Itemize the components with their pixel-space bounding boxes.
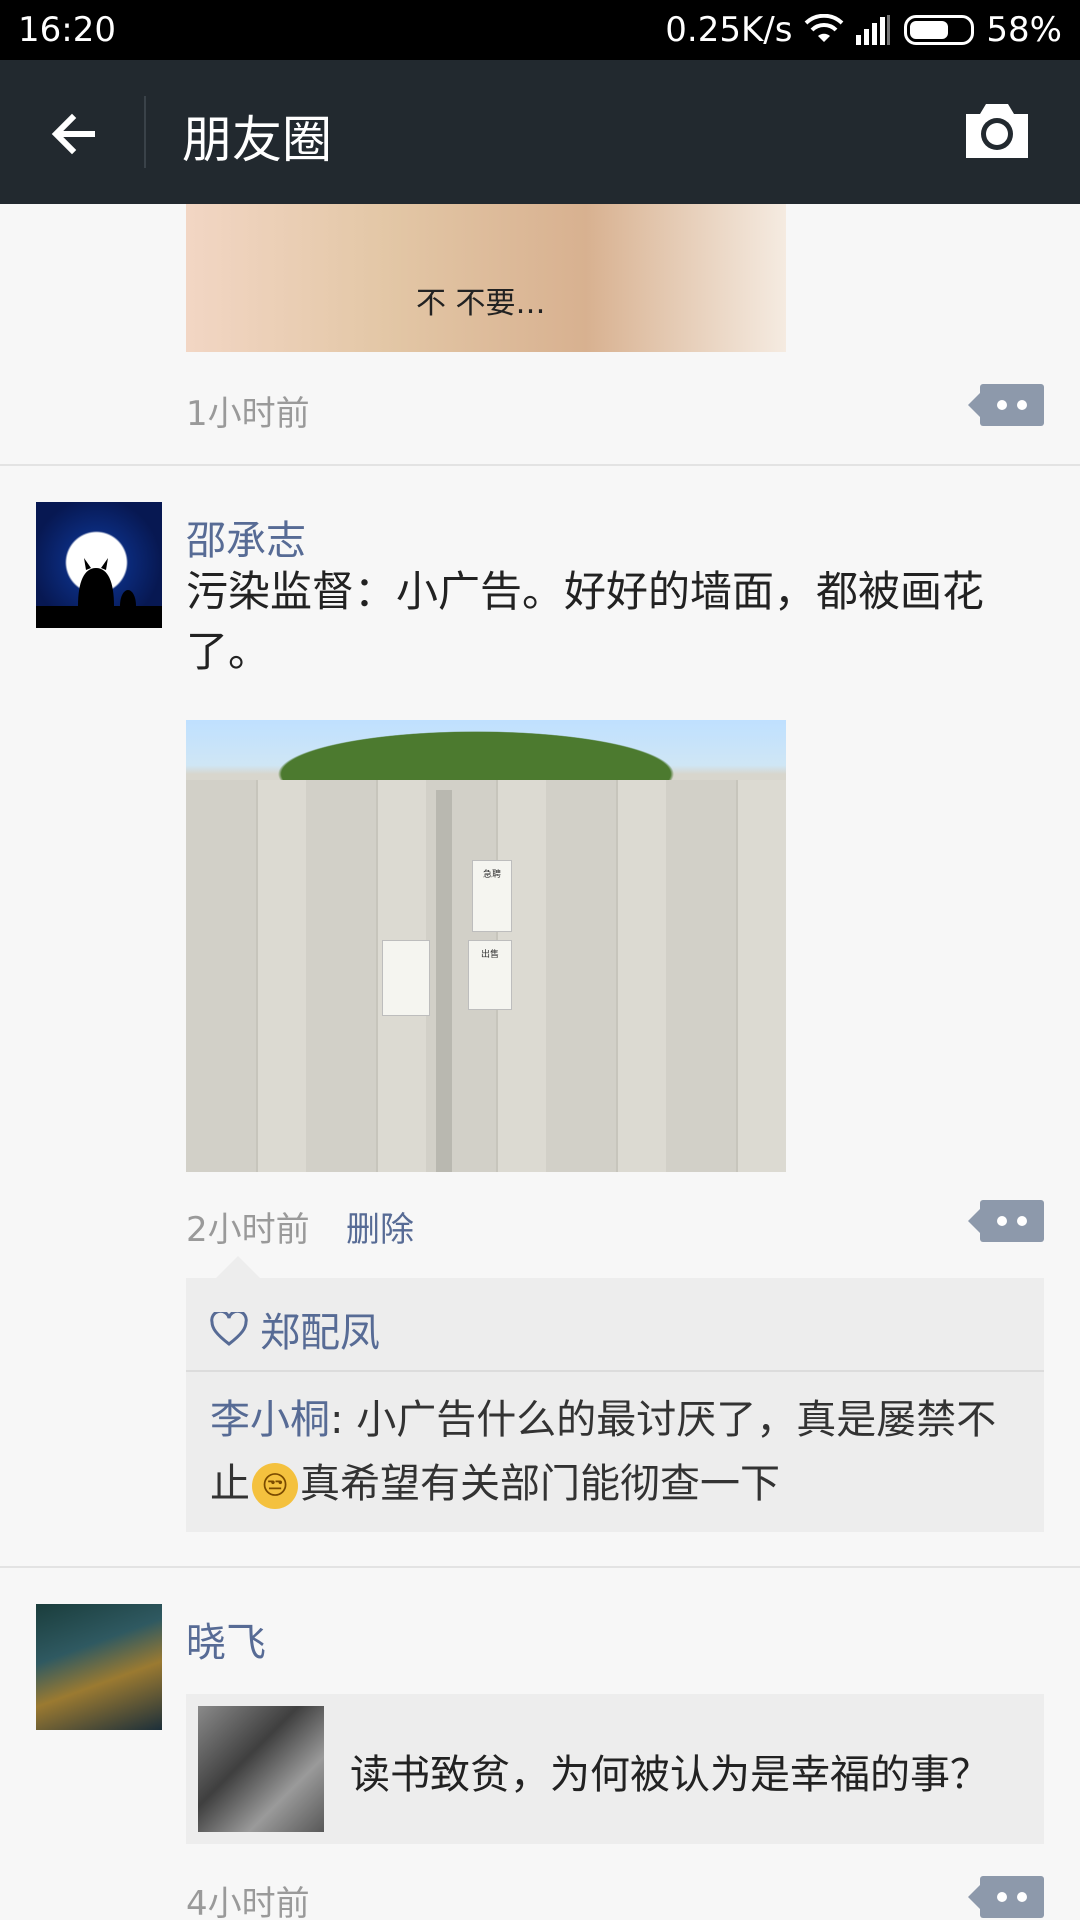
title-bar: 朋友圈	[0, 60, 1080, 204]
photo-caption: 不 不要…	[416, 286, 546, 321]
delete-link[interactable]: 删除	[346, 1202, 414, 1251]
avatar[interactable]	[36, 1604, 162, 1730]
post-time: 4小时前	[186, 1884, 310, 1920]
comment-dots-icon[interactable]	[968, 1200, 1044, 1242]
post-time: 1小时前	[186, 394, 310, 434]
avatar[interactable]	[36, 502, 162, 628]
likes-row: 郑配凤	[210, 1300, 380, 1358]
battery-percent: 58%	[986, 10, 1062, 50]
totoro-silhouette	[36, 558, 162, 628]
likes-comments-box: 郑配凤 李小桐: 小广告什么的最讨厌了，真是屡禁不止 😒 真希望有关部门能彻查一下	[186, 1256, 1044, 1532]
post-photo[interactable]: 急聘 出售	[186, 720, 786, 1172]
camera-icon[interactable]	[962, 100, 1032, 162]
arrow-left-icon[interactable]	[44, 104, 104, 164]
post-author[interactable]: 邵承志	[186, 508, 306, 566]
shared-link-card[interactable]: 读书致贫，为何被认为是幸福的事？	[186, 1694, 1044, 1844]
comment-author[interactable]: 李小桐	[210, 1397, 330, 1443]
notice-paper: 急聘	[472, 860, 512, 932]
signal-icon	[856, 15, 891, 45]
box-divider	[186, 1370, 1044, 1372]
moments-feed: 不 不要… 1小时前 邵承志 污染监督：小广告。好好的墙面，都被画花了。 急聘 …	[0, 204, 1080, 1920]
comment-dots-icon[interactable]	[968, 384, 1044, 426]
heart-outline-icon	[210, 1312, 248, 1346]
shared-thumbnail	[198, 1706, 324, 1832]
post-text: 污染监督：小广告。好好的墙面，都被画花了。	[186, 567, 985, 676]
shared-title: 读书致贫，为何被认为是幸福的事？	[350, 1752, 990, 1798]
notice-paper: 出售	[468, 940, 512, 1010]
page-title: 朋友圈	[182, 111, 332, 169]
status-bar: 16:20 0.25K/s 58%	[0, 0, 1080, 60]
notice-paper	[382, 940, 430, 1016]
network-speed: 0.25K/s	[665, 10, 793, 50]
post-divider	[0, 464, 1080, 466]
comment-dots-icon[interactable]	[968, 1876, 1044, 1918]
comment-item[interactable]: 李小桐: 小广告什么的最讨厌了，真是屡禁不止 😒 真希望有关部门能彻查一下	[210, 1388, 1030, 1516]
post-time: 2小时前	[186, 1210, 310, 1250]
wifi-icon	[805, 14, 844, 42]
title-separator	[144, 96, 146, 168]
unamused-face-icon: 😒	[252, 1463, 298, 1509]
post-author[interactable]: 晓飞	[186, 1610, 266, 1668]
comment-text-end: 真希望有关部门能彻查一下	[300, 1461, 780, 1507]
status-time: 16:20	[18, 10, 116, 50]
post-divider	[0, 1566, 1080, 1568]
post-photo[interactable]: 不 不要…	[186, 204, 786, 352]
battery-icon	[904, 15, 975, 45]
liker-name[interactable]: 郑配凤	[260, 1300, 380, 1358]
status-indicators: 0.25K/s 58%	[665, 10, 1062, 50]
